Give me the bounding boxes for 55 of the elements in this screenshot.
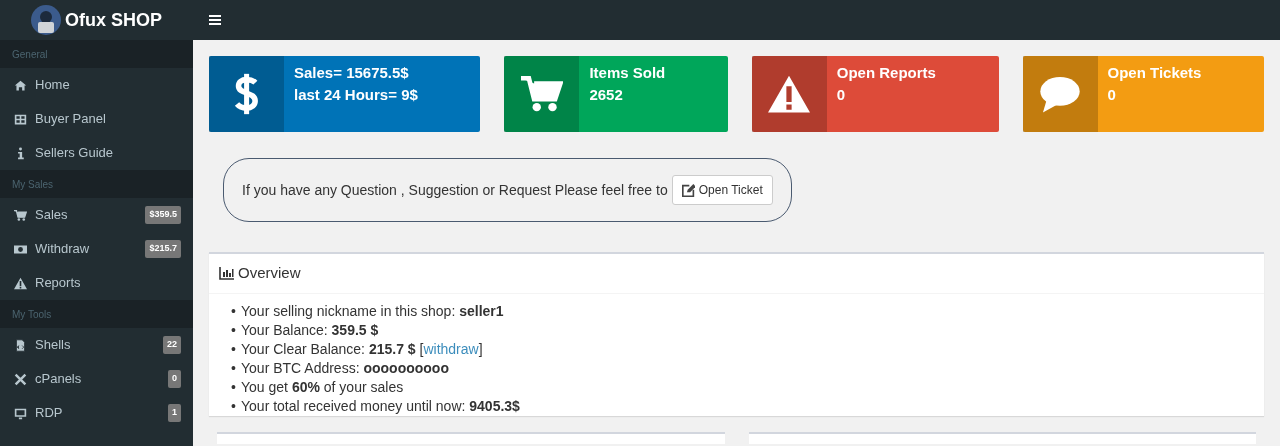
stat-text: last 24 Hours= 9$ (294, 85, 418, 105)
sidebar-item[interactable]: Shells 22 (0, 328, 193, 362)
brand-title[interactable]: Ofux SHOP (65, 6, 162, 34)
panel-title: Overview (238, 263, 301, 283)
section-heading: My Sales (12, 177, 54, 192)
sidebar-item[interactable]: Buyer Panel (0, 102, 193, 136)
stat-text: Sales= 15675.5$ (294, 63, 410, 83)
edit-icon (681, 183, 695, 197)
info-line: You get 60% of your sales (241, 377, 404, 397)
info-line: Your BTC Address: oooooooooo (241, 358, 449, 378)
grid-icon (14, 112, 27, 126)
sidebar-item[interactable]: Home (0, 68, 193, 102)
count-badge: 1 (168, 404, 181, 422)
info-line: Your selling nickname in this shop: seller1 (241, 301, 504, 321)
stat-text: 0 (1107, 85, 1117, 105)
bar-chart-icon (219, 266, 234, 280)
monitor-icon (14, 406, 27, 420)
count-badge: $359.5 (145, 206, 181, 224)
section-heading: General (12, 47, 48, 62)
cart-icon (14, 208, 27, 222)
stat-text: 2652 (589, 85, 624, 105)
info-line: Your total received money until now: 9405.3$ (241, 396, 520, 416)
stat-text: Open Reports (836, 63, 936, 83)
menu-icon[interactable] (209, 15, 221, 25)
bullet: • (231, 358, 237, 378)
stat-text: Items Sold (589, 63, 666, 83)
sidebar-item[interactable]: Withdraw $215.7 (0, 232, 193, 266)
info-line: Your Balance: 359.5 $ (241, 320, 379, 340)
count-badge: 22 (163, 336, 181, 354)
stat-text: Open Tickets (1107, 63, 1202, 83)
withdraw-link[interactable]: withdraw (423, 340, 479, 357)
bullet: • (231, 396, 237, 416)
info-line: Your Clear Balance: 215.7 $ [withdraw] (241, 339, 483, 359)
sidebar-item[interactable]: Sellers Guide (0, 136, 193, 170)
notice-text: If you have any Question , Suggestion or Request Please feel free to (242, 180, 668, 200)
sidebar-item[interactable]: RDP 1 (0, 396, 193, 430)
avatar-icon (31, 5, 61, 35)
dollar-icon (233, 73, 260, 115)
home-icon (14, 78, 27, 92)
bullet: • (231, 320, 237, 340)
tools-icon (14, 372, 27, 386)
file-icon (14, 338, 27, 352)
banknote-icon (14, 242, 27, 256)
stat-text: 0 (836, 85, 847, 105)
bullet: • (231, 301, 237, 321)
section-heading: My Tools (12, 307, 52, 322)
open-ticket-button[interactable]: Open Ticket (671, 175, 773, 205)
sidebar-item[interactable]: cPanels 0 (0, 362, 193, 396)
bullet: • (231, 377, 237, 397)
bullet: • (231, 339, 237, 359)
count-badge: $215.7 (145, 240, 181, 258)
warning-icon (14, 276, 27, 290)
count-badge: 0 (168, 370, 181, 388)
sidebar-item[interactable]: Sales $359.5 (0, 198, 193, 232)
sidebar-item[interactable]: Reports (0, 266, 193, 300)
